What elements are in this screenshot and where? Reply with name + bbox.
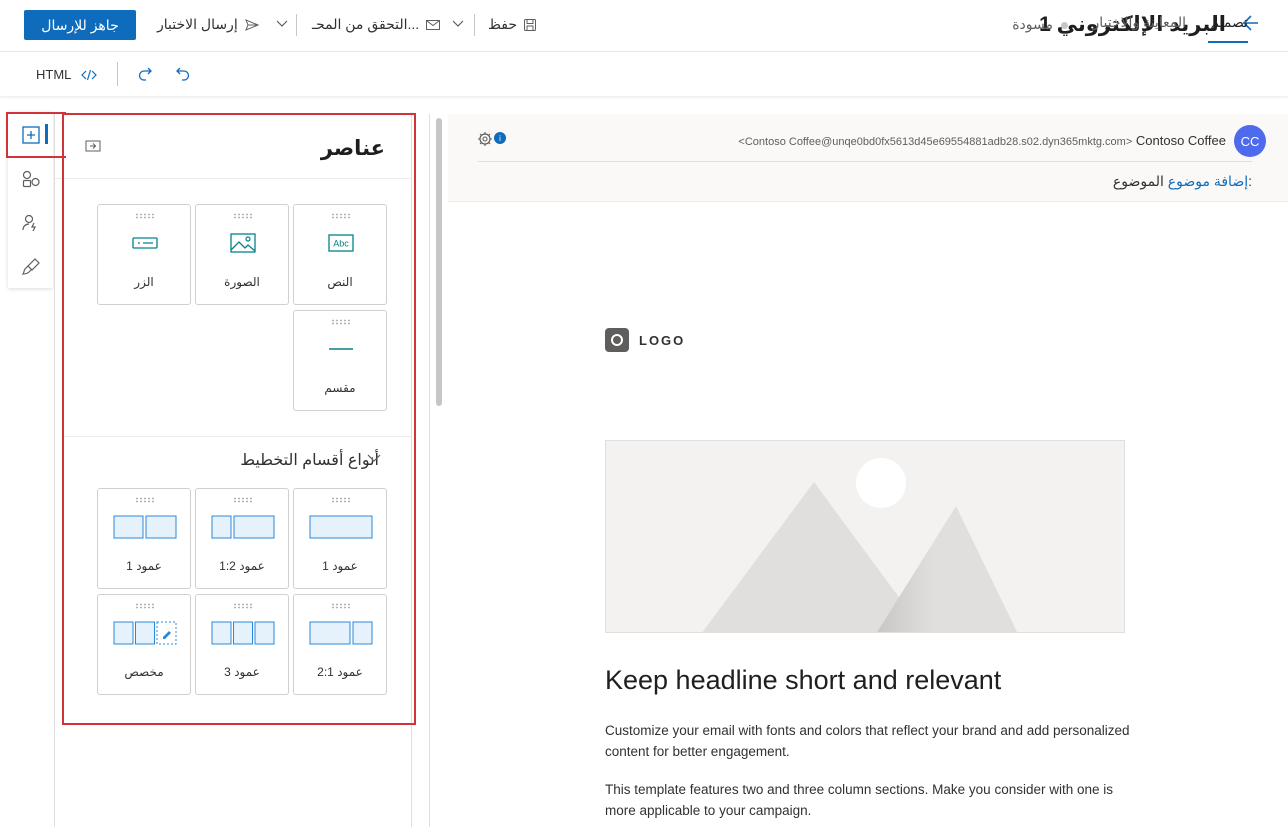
toolbar-divider: [117, 62, 118, 86]
from-name: Contoso Coffee: [1135, 133, 1226, 148]
email-logo[interactable]: LOGO: [605, 328, 685, 352]
tab-design[interactable]: تصميم: [1210, 14, 1248, 31]
svg-text:i: i: [499, 134, 501, 143]
chevron-down-icon: [276, 20, 288, 27]
send-icon: [244, 18, 260, 31]
from-address: <Contoso Coffee@unqe0bd0fx5613d45e695548…: [738, 136, 1133, 148]
chevron-down-icon: [452, 20, 464, 27]
logo-text: LOGO: [639, 332, 686, 348]
email-headline[interactable]: Keep headline short and relevant: [605, 665, 1001, 696]
email-paragraph-2[interactable]: This template features two and three col…: [605, 779, 1145, 821]
hero-image-placeholder[interactable]: [605, 440, 1125, 633]
undo-icon: [176, 67, 190, 81]
send-test-label: إرسال الاختبار: [157, 16, 238, 32]
tab-bar: [0, 52, 1288, 96]
check-content-button[interactable]: التحقق من المحـ...: [312, 16, 441, 33]
highlight-box: [62, 113, 416, 725]
code-icon: [81, 69, 98, 80]
redo-icon: [138, 67, 152, 81]
save-icon: [524, 18, 537, 31]
html-view-button[interactable]: HTML: [36, 67, 98, 82]
image-placeholder-icon: [702, 458, 1018, 632]
check-label: التحقق من المحـ...: [312, 16, 420, 32]
toolbar-divider: [474, 14, 475, 36]
styles-brush-icon[interactable]: [20, 256, 42, 278]
add-subject-link[interactable]: إضافة موضوع: [1168, 173, 1248, 189]
ready-to-send-button[interactable]: جاهز للإرسال: [24, 10, 136, 40]
send-test-button[interactable]: إرسال الاختبار: [157, 16, 260, 33]
status-dot-icon: [1061, 21, 1068, 29]
highlight-box-rail: [6, 112, 66, 158]
content-blocks-icon[interactable]: [20, 168, 42, 190]
email-paragraph-1[interactable]: Customize your email with fonts and colo…: [605, 720, 1145, 762]
header-divider: [478, 161, 1252, 162]
undo-button[interactable]: [176, 66, 190, 82]
subject-line: إضافة موضوع الموضوع:: [1113, 173, 1252, 190]
logo-mark-icon: [605, 328, 629, 352]
tab-preview-test[interactable]: المعاينة والاختبار: [1092, 14, 1186, 31]
status-badge: مسودة: [1012, 16, 1068, 33]
avatar: CC: [1234, 125, 1266, 157]
canvas-scrollbar[interactable]: [436, 118, 442, 406]
check-mail-icon: [426, 19, 441, 30]
html-label: HTML: [36, 67, 72, 82]
personalization-icon[interactable]: [20, 212, 42, 234]
save-button[interactable]: حفظ: [488, 16, 537, 33]
save-label: حفظ: [488, 16, 518, 32]
check-dropdown-chevron[interactable]: [452, 17, 464, 29]
active-tab-indicator: [1208, 41, 1248, 43]
redo-button[interactable]: [138, 66, 152, 82]
from-line: <Contoso Coffee@unqe0bd0fx5613d45e695548…: [738, 133, 1226, 148]
send-test-dropdown-chevron[interactable]: [276, 17, 288, 29]
status-text: مسودة: [1012, 16, 1053, 32]
toolbar-divider: [296, 14, 297, 36]
header-settings-gear-icon[interactable]: i: [476, 129, 508, 149]
